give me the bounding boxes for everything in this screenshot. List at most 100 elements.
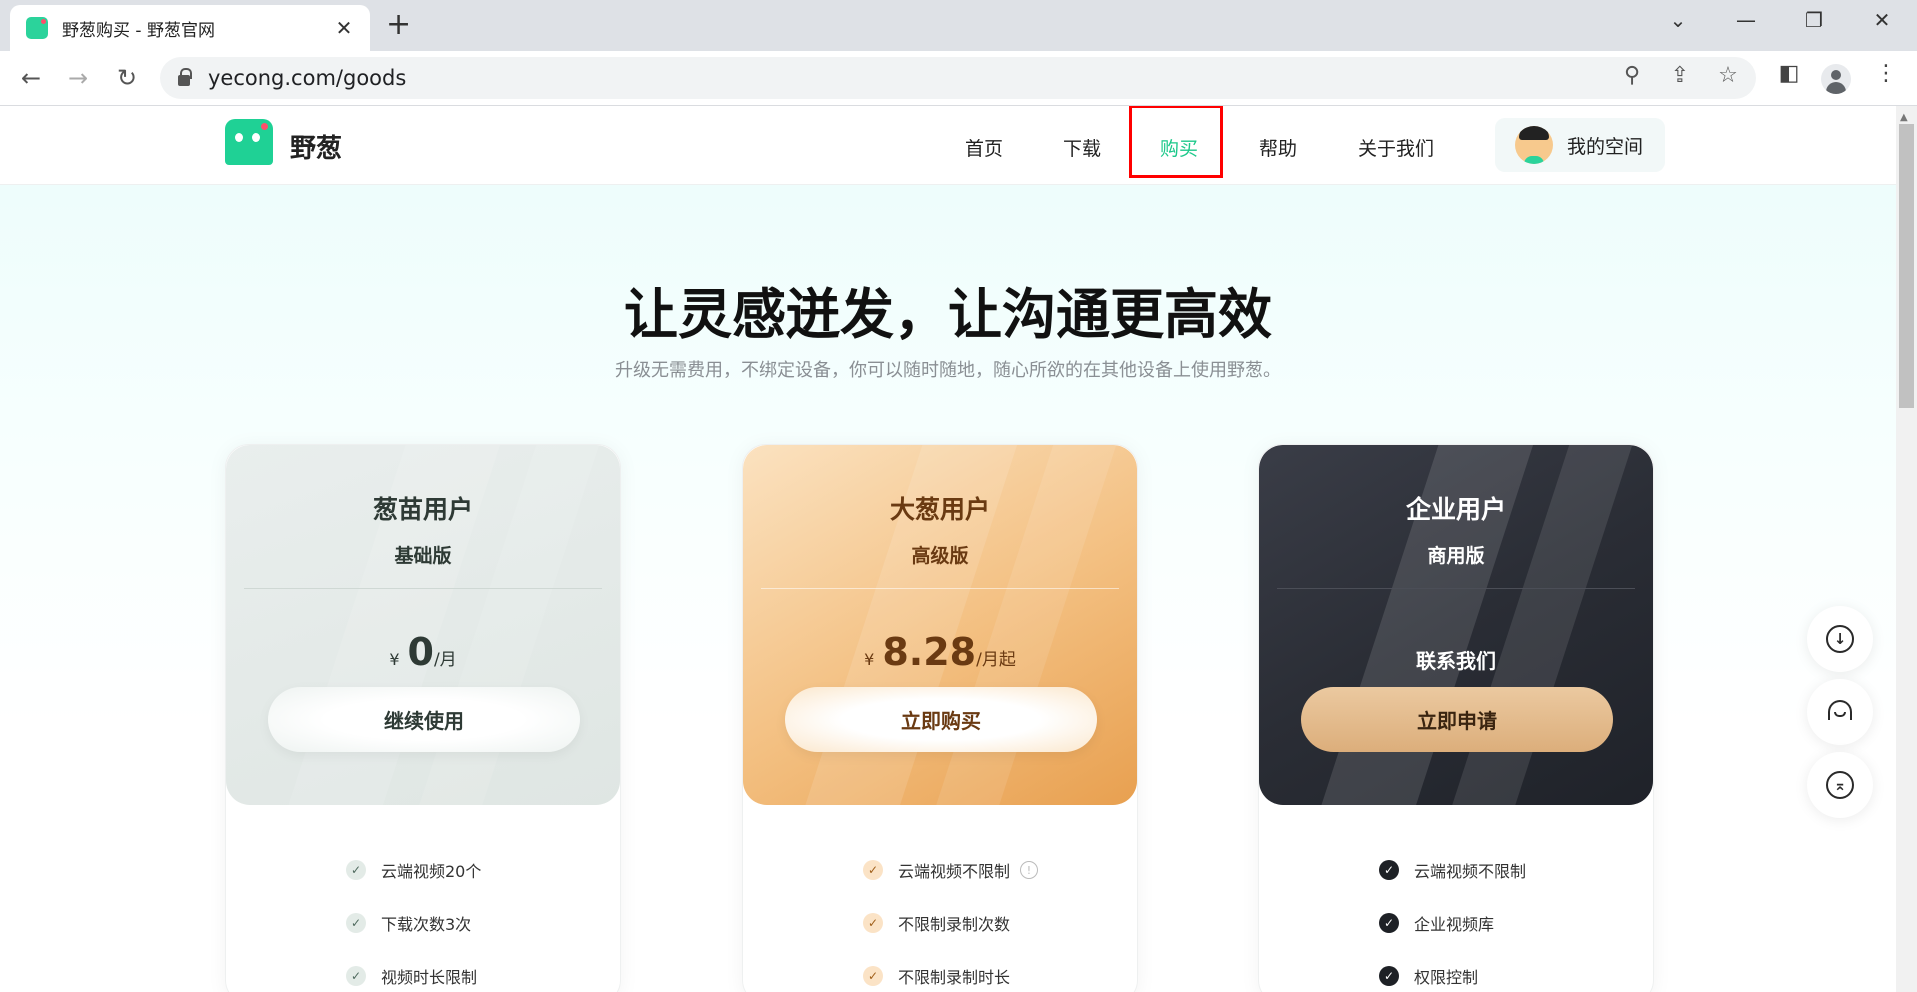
check-icon: ✓: [346, 860, 366, 880]
check-icon: ✓: [346, 913, 366, 933]
list-item: ✓ 云端视频不限制: [1379, 857, 1526, 883]
plan-tier: 基础版: [394, 545, 452, 567]
tab-title: 野葱购买 - 野葱官网: [62, 20, 215, 41]
plan-name: 葱苗用户: [372, 495, 473, 524]
check-icon: ✓: [1379, 913, 1399, 933]
list-item: ✓ 企业视频库: [1379, 910, 1494, 936]
new-tab-icon[interactable]: +: [386, 9, 411, 41]
profile-icon[interactable]: [1821, 64, 1851, 94]
info-icon[interactable]: !: [1020, 861, 1039, 879]
plan-price: ¥0/月: [226, 630, 620, 674]
nav-buy-highlight-box: [1129, 106, 1223, 178]
feature-text: 权限控制: [1414, 968, 1479, 987]
download-icon: ↓: [1826, 625, 1854, 653]
nav-help[interactable]: 帮助: [1259, 134, 1297, 161]
minimize-icon[interactable]: —: [1726, 8, 1766, 32]
page-viewport: 野葱 首页 下载 购买 帮助 关于我们 我的空间 让灵感迸发，让沟通更高效 升级…: [0, 106, 1896, 992]
back-icon[interactable]: ←: [14, 62, 48, 94]
feature-text: 不限制录制时长: [898, 968, 1011, 987]
list-item: ✓ 不限制录制时长: [863, 963, 1010, 989]
avatar: [1515, 126, 1553, 164]
zoom-icon[interactable]: ⚲: [1616, 63, 1648, 88]
list-item: ✓ 云端视频不限制 !: [863, 857, 1039, 883]
my-space-label: 我的空间: [1567, 135, 1644, 158]
list-item: ✓ 下载次数3次: [346, 910, 471, 936]
url-text[interactable]: yecong.com/goods: [208, 66, 406, 90]
feature-text: 视频时长限制: [381, 968, 478, 987]
price-unit: /月: [433, 650, 457, 670]
yecong-logo-icon[interactable]: [225, 119, 273, 165]
logo-dot: [261, 123, 268, 130]
scrollbar-thumb[interactable]: [1899, 124, 1914, 408]
lock-icon[interactable]: [178, 68, 192, 86]
customer-service-float-button[interactable]: [1807, 679, 1873, 745]
buy-now-button[interactable]: 立即购买: [785, 687, 1097, 752]
feature-text: 企业视频库: [1414, 915, 1495, 934]
feature-text: 不限制录制次数: [898, 915, 1011, 934]
plan-price: ¥8.28/月起: [743, 630, 1137, 674]
back-to-top-icon: ⌅: [1826, 771, 1854, 799]
currency-symbol: ¥: [864, 650, 875, 669]
divider: [1277, 588, 1635, 589]
currency-symbol: ¥: [389, 650, 400, 669]
list-item: ✓ 权限控制: [1379, 963, 1478, 989]
logo-eye: [252, 133, 260, 142]
list-item: ✓ 视频时长限制: [346, 963, 477, 989]
plan-card-pro: 大葱用户 高级版 ¥8.28/月起 立即购买 ✓ 云端视频不限制 ! ✓ 不限制…: [742, 444, 1138, 992]
share-icon[interactable]: ⇪: [1664, 63, 1696, 88]
check-icon: ✓: [1379, 860, 1399, 880]
feature-text: 云端视频不限制: [1414, 862, 1527, 881]
reload-icon[interactable]: ↻: [110, 62, 144, 94]
restore-icon[interactable]: ❐: [1794, 8, 1834, 32]
plan-tier: 高级版: [911, 545, 969, 567]
side-panel-icon[interactable]: ◧: [1772, 61, 1806, 86]
bookmark-star-icon[interactable]: ☆: [1712, 63, 1744, 88]
apply-now-button[interactable]: 立即申请: [1301, 687, 1613, 752]
address-bar[interactable]: yecong.com/goods ⚲ ⇪ ☆: [160, 57, 1756, 99]
site-favicon-icon: [26, 17, 48, 39]
back-to-top-float-button[interactable]: ⌅: [1807, 752, 1873, 818]
headset-icon: [1826, 698, 1854, 726]
contact-us-text: 联系我们: [1416, 649, 1496, 673]
browser-tab[interactable]: 野葱购买 - 野葱官网 ✕: [10, 5, 370, 51]
check-icon: ✓: [346, 966, 366, 986]
plan-tier: 商用版: [1427, 545, 1485, 567]
browser-tab-bar: 野葱购买 - 野葱官网 ✕ + ⌄ — ❐ ✕: [0, 0, 1917, 51]
list-item: ✓ 不限制录制次数: [863, 910, 1010, 936]
logo-eye: [235, 133, 243, 142]
forward-icon[interactable]: →: [61, 62, 95, 94]
list-item: ✓ 云端视频20个: [346, 857, 481, 883]
tab-close-icon[interactable]: ✕: [332, 16, 356, 40]
browser-toolbar: ← → ↻ yecong.com/goods ⚲ ⇪ ☆: [0, 51, 1917, 106]
nav-home[interactable]: 首页: [965, 134, 1003, 161]
plan-card-basic: 葱苗用户 基础版 ¥0/月 继续使用 ✓ 云端视频20个 ✓ 下载次数3次 ✓ …: [225, 444, 621, 992]
price-amount: 0: [407, 630, 434, 674]
page-subtitle: 升级无需费用，不绑定设备，你可以随时随地，随心所欲的在其他设备上使用野葱。: [615, 360, 1281, 381]
feature-text: 云端视频20个: [381, 862, 482, 881]
plan-card-enterprise: 企业用户 商用版 联系我们 立即申请 ✓ 云端视频不限制 ✓ 企业视频库 ✓ 权…: [1258, 444, 1654, 992]
price-unit: /月起: [976, 650, 1016, 670]
logo-text[interactable]: 野葱: [290, 128, 342, 165]
tab-search-chevron-icon[interactable]: ⌄: [1658, 8, 1698, 32]
my-space-button[interactable]: 我的空间: [1495, 118, 1665, 172]
scroll-up-arrow-icon[interactable]: ▲: [1900, 112, 1908, 123]
divider: [761, 588, 1119, 589]
divider: [244, 588, 602, 589]
nav-about[interactable]: 关于我们: [1358, 134, 1434, 161]
plan-name: 大葱用户: [889, 495, 990, 524]
close-window-icon[interactable]: ✕: [1862, 8, 1902, 32]
check-icon: ✓: [863, 860, 883, 880]
check-icon: ✓: [863, 913, 883, 933]
plan-name: 企业用户: [1405, 495, 1506, 524]
feature-text: 云端视频不限制: [898, 862, 1011, 881]
continue-use-button[interactable]: 继续使用: [268, 687, 580, 752]
check-icon: ✓: [863, 966, 883, 986]
page-title: 让灵感迸发，让沟通更高效: [624, 283, 1272, 346]
check-icon: ✓: [1379, 966, 1399, 986]
site-header: 野葱 首页 下载 购买 帮助 关于我们 我的空间: [0, 106, 1896, 184]
download-float-button[interactable]: ↓: [1807, 606, 1873, 672]
browser-menu-icon[interactable]: ⋮: [1869, 61, 1903, 86]
feature-text: 下载次数3次: [381, 915, 472, 934]
nav-download[interactable]: 下载: [1063, 134, 1101, 161]
price-amount: 8.28: [882, 630, 977, 674]
